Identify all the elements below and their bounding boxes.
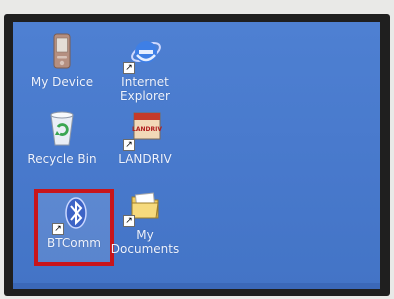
device-icon — [42, 32, 82, 72]
desktop-icon-label: My Documents — [110, 228, 180, 256]
desktop-icon-btcomm[interactable]: ↗ BTComm — [34, 193, 114, 250]
bluetooth-icon: ↗ — [52, 193, 94, 235]
desktop-icon-label: BTComm — [47, 236, 101, 250]
desktop-icon-label: Recycle Bin — [27, 152, 97, 166]
desktop-icon-label: LANDRIV — [118, 152, 172, 166]
folder-icon: ↗ — [123, 185, 165, 227]
desktop-icon-recycle-bin[interactable]: Recycle Bin — [22, 109, 102, 166]
desktop-icon-internet-explorer[interactable]: ↗ Internet Explorer — [105, 32, 185, 103]
desktop-icon-label: Internet Explorer — [120, 75, 170, 103]
desktop: My Device ↗ Internet Explorer Recycle Bi… — [13, 22, 380, 289]
shortcut-arrow-icon: ↗ — [123, 215, 135, 227]
svg-text:LANDRIV: LANDRIV — [132, 126, 162, 133]
shortcut-arrow-icon: ↗ — [123, 139, 135, 151]
recycle-bin-icon — [42, 109, 82, 149]
shortcut-arrow-icon: ↗ — [52, 223, 64, 235]
desktop-icon-my-documents[interactable]: ↗ My Documents — [105, 185, 185, 256]
desktop-icon-label: My Device — [30, 75, 94, 89]
landriv-icon: LANDRIV ↗ — [123, 109, 165, 151]
taskbar-edge — [13, 283, 380, 289]
desktop-icon-landriv[interactable]: LANDRIV ↗ LANDRIV — [105, 109, 185, 166]
shortcut-arrow-icon: ↗ — [123, 62, 135, 74]
desktop-icon-my-device[interactable]: My Device — [22, 32, 102, 89]
internet-explorer-icon: ↗ — [123, 32, 165, 74]
